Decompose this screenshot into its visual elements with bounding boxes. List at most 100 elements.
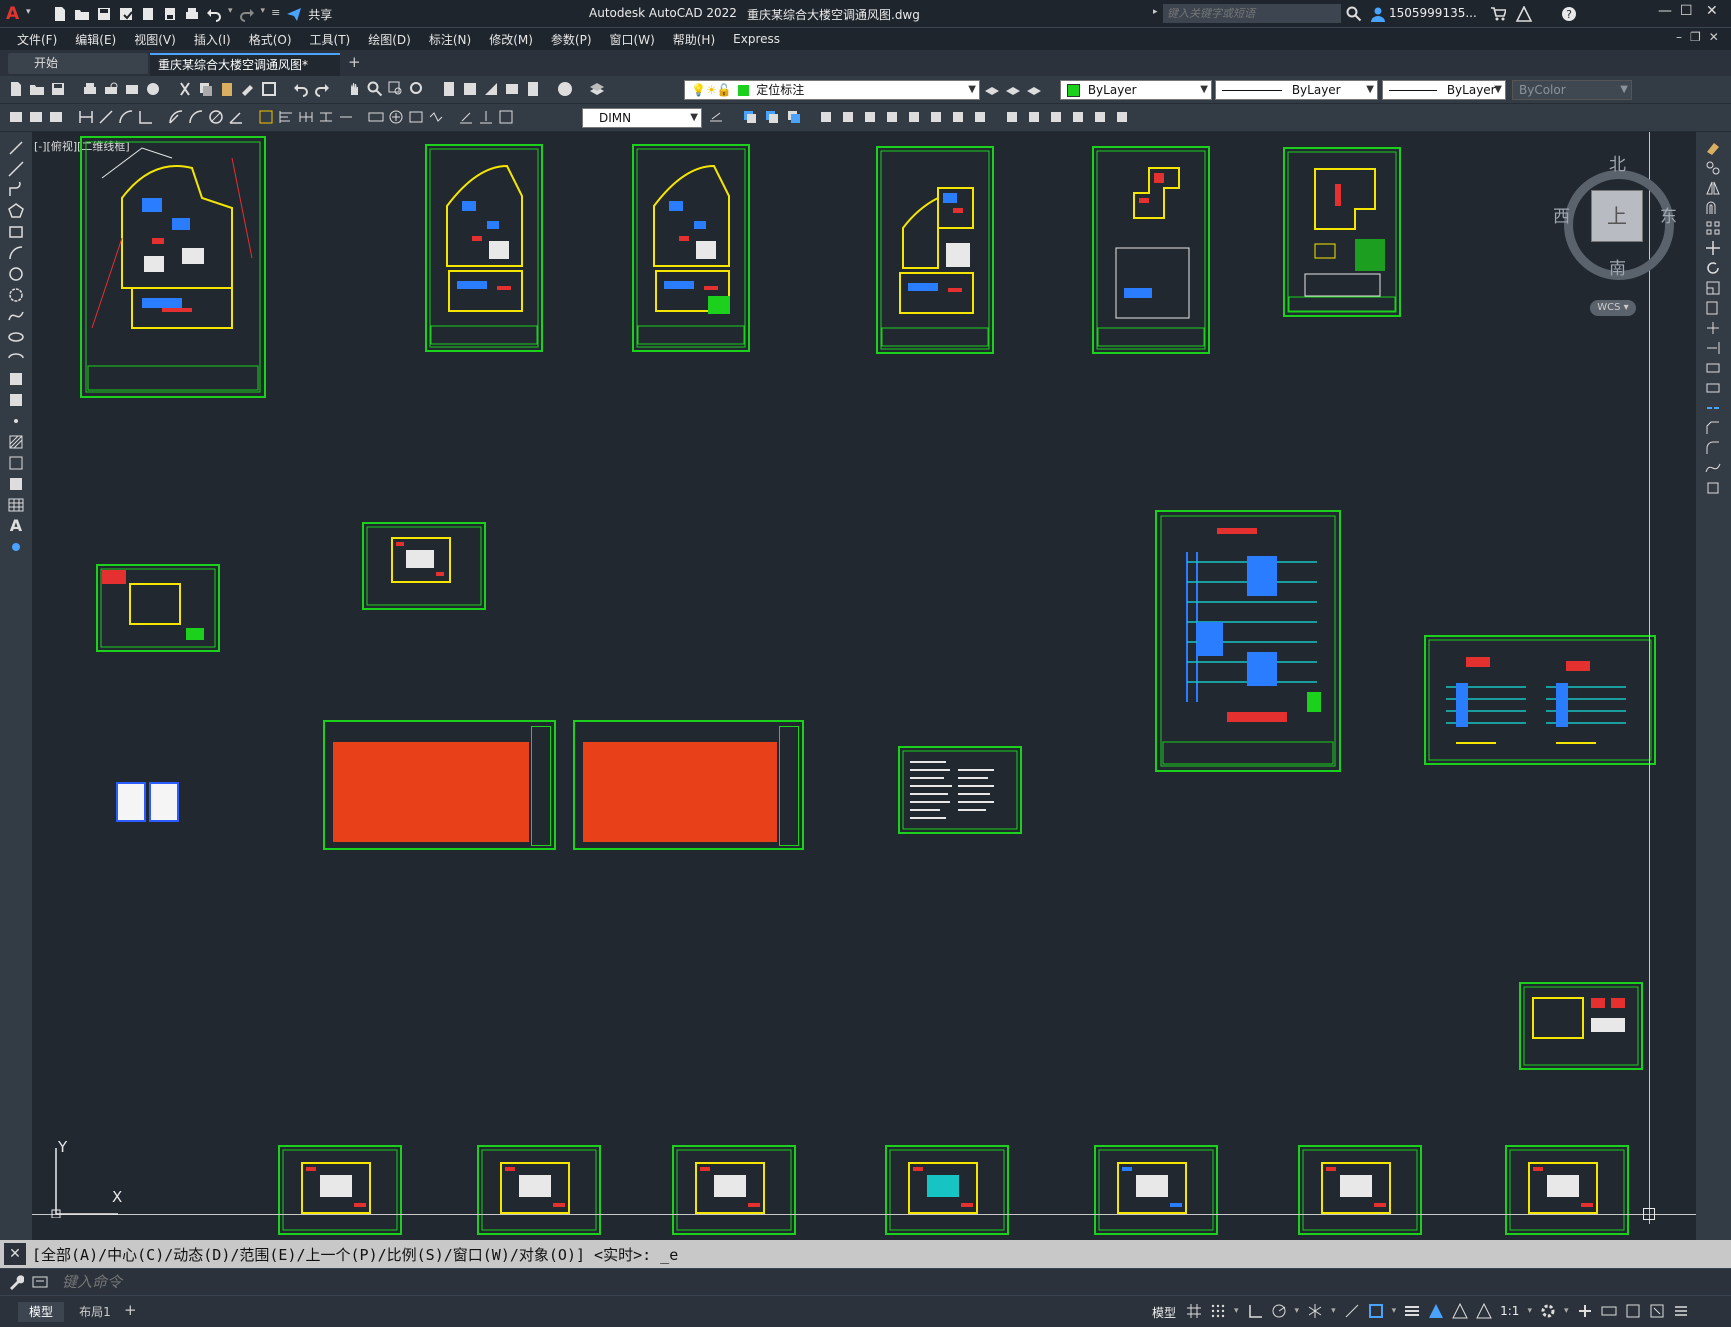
save-icon[interactable] <box>96 6 112 22</box>
explode-icon[interactable] <box>1705 480 1721 496</box>
tolerance-icon[interactable] <box>368 109 384 125</box>
3d-print-icon[interactable] <box>145 81 161 97</box>
lineweight-combo[interactable]: ByLayer ▼ <box>1382 80 1506 100</box>
break-at-point-icon[interactable] <box>1705 360 1721 376</box>
center-mark-icon[interactable] <box>388 109 404 125</box>
aligned-dim-icon[interactable] <box>98 109 114 125</box>
layer-combo[interactable]: 💡☀🔓 定位标注 ▼ <box>684 80 980 100</box>
help-icon-2[interactable] <box>557 81 573 97</box>
tab-start[interactable]: 开始 <box>8 53 148 74</box>
extend-icon[interactable] <box>1705 340 1721 356</box>
sheet-bottom-6[interactable] <box>1298 1145 1422 1235</box>
menu-file[interactable]: 文件(F) <box>8 31 66 48</box>
stretch-icon[interactable] <box>1705 300 1721 316</box>
document-window-controls[interactable]: –❐✕ <box>1676 30 1727 44</box>
subtract-icon[interactable] <box>764 109 780 125</box>
circle-icon[interactable] <box>8 266 24 282</box>
arc-icon[interactable] <box>8 245 24 261</box>
snap-icon[interactable] <box>1210 1303 1226 1319</box>
dim-text-edit-icon[interactable] <box>478 109 494 125</box>
spline-icon[interactable] <box>8 308 24 324</box>
user-icon[interactable] <box>1370 6 1386 22</box>
copy-icon[interactable] <box>198 81 214 97</box>
customize-wrench-icon[interactable] <box>8 1274 24 1290</box>
polyline-icon[interactable] <box>8 182 24 198</box>
share-button[interactable]: 共享 <box>308 6 332 23</box>
offset-icon[interactable] <box>1705 200 1721 216</box>
dim-update-icon[interactable] <box>498 109 514 125</box>
multiline-text-icon[interactable]: A <box>8 518 24 534</box>
sheet-bottom-4[interactable] <box>885 1145 1009 1235</box>
angular-dim-icon[interactable] <box>228 109 244 125</box>
search-expand-icon[interactable]: ▸ <box>1153 7 1158 17</box>
hatch-icon[interactable] <box>8 434 24 450</box>
sheet-bottom-1[interactable] <box>278 1145 402 1235</box>
viewcube-north[interactable]: 北 <box>1609 150 1626 175</box>
dim-space-icon[interactable] <box>318 109 334 125</box>
zoom-realtime-icon[interactable] <box>367 81 383 97</box>
plot-icon-2[interactable] <box>82 81 98 97</box>
layer-properties-icon[interactable] <box>589 81 605 97</box>
customization-menu-icon[interactable] <box>1673 1303 1689 1319</box>
taper-face-icon[interactable] <box>928 109 944 125</box>
plotstyle-combo[interactable]: ByColor ▼ <box>1512 80 1632 100</box>
fillet-icon[interactable] <box>1705 440 1721 456</box>
quick-properties-icon[interactable] <box>1625 1303 1641 1319</box>
plot-icon[interactable] <box>184 6 200 22</box>
new-file-icon[interactable] <box>52 6 68 22</box>
plot-preview-icon[interactable] <box>103 81 119 97</box>
ortho-icon[interactable] <box>1247 1303 1263 1319</box>
menu-dimension[interactable]: 标注(N) <box>420 31 480 48</box>
menu-parametric[interactable]: 参数(P) <box>542 31 601 48</box>
minimize-button[interactable]: — <box>1658 3 1672 19</box>
sheet-design-notes[interactable] <box>898 746 1022 834</box>
inspect-icon[interactable] <box>408 109 424 125</box>
radius-dim-icon[interactable] <box>168 109 184 125</box>
publish-icon[interactable] <box>124 81 140 97</box>
sheet-small-plan-b[interactable] <box>96 564 220 652</box>
sheet-riser-diagram[interactable] <box>1155 510 1341 772</box>
sheet-system-diagram[interactable] <box>1424 635 1656 765</box>
app-menu-chevron-icon[interactable]: ▾ <box>26 7 31 17</box>
viewcube-west[interactable]: 西 <box>1553 202 1570 227</box>
menu-window[interactable]: 窗口(W) <box>601 31 664 48</box>
sheet-equipment-table-1[interactable] <box>323 720 556 850</box>
command-input[interactable] <box>62 1272 1702 1293</box>
pan-icon[interactable] <box>346 81 362 97</box>
join-icon[interactable] <box>1705 400 1721 416</box>
color-combo[interactable]: ByLayer ▼ <box>1060 80 1212 100</box>
line-icon[interactable] <box>8 140 24 156</box>
linetype-combo[interactable]: ByLayer ▼ <box>1215 80 1378 100</box>
gradient-icon[interactable] <box>8 455 24 471</box>
menu-insert[interactable]: 插入(I) <box>185 31 240 48</box>
open-icon[interactable] <box>29 81 45 97</box>
ordinate-dim-icon[interactable] <box>138 109 154 125</box>
layer-states-icon[interactable] <box>1026 81 1042 97</box>
dim-save-icon[interactable] <box>28 109 44 125</box>
add-status-icon[interactable] <box>1577 1303 1593 1319</box>
save-web-icon[interactable] <box>162 6 178 22</box>
ellipse-icon[interactable] <box>8 329 24 345</box>
sheet-floor-plan-2[interactable] <box>632 144 750 352</box>
jogged-dim-icon[interactable] <box>188 109 204 125</box>
zoom-window-icon[interactable] <box>388 81 404 97</box>
point-icon[interactable] <box>8 413 24 429</box>
table-icon[interactable] <box>8 497 24 513</box>
mirror-icon[interactable] <box>1705 180 1721 196</box>
annotation-scale-icon[interactable] <box>1476 1303 1492 1319</box>
model-space-toggle[interactable]: 模型 <box>1152 1304 1176 1321</box>
viewcube-south[interactable]: 南 <box>1609 254 1626 279</box>
layer-previous-icon[interactable] <box>1005 81 1021 97</box>
color-face-icon[interactable] <box>972 109 988 125</box>
undo-icon[interactable] <box>206 6 222 22</box>
paste-icon[interactable] <box>219 81 235 97</box>
tool-palettes-icon[interactable] <box>483 81 499 97</box>
cut-icon[interactable] <box>177 81 193 97</box>
polar-tracking-icon[interactable] <box>1271 1303 1287 1319</box>
linear-dim-icon[interactable] <box>78 109 94 125</box>
chamfer-icon[interactable] <box>1705 420 1721 436</box>
rotate-icon[interactable] <box>1705 260 1721 276</box>
block-editor-icon[interactable] <box>261 81 277 97</box>
rectangle-icon[interactable] <box>8 224 24 240</box>
rotate-face-icon[interactable] <box>906 109 922 125</box>
